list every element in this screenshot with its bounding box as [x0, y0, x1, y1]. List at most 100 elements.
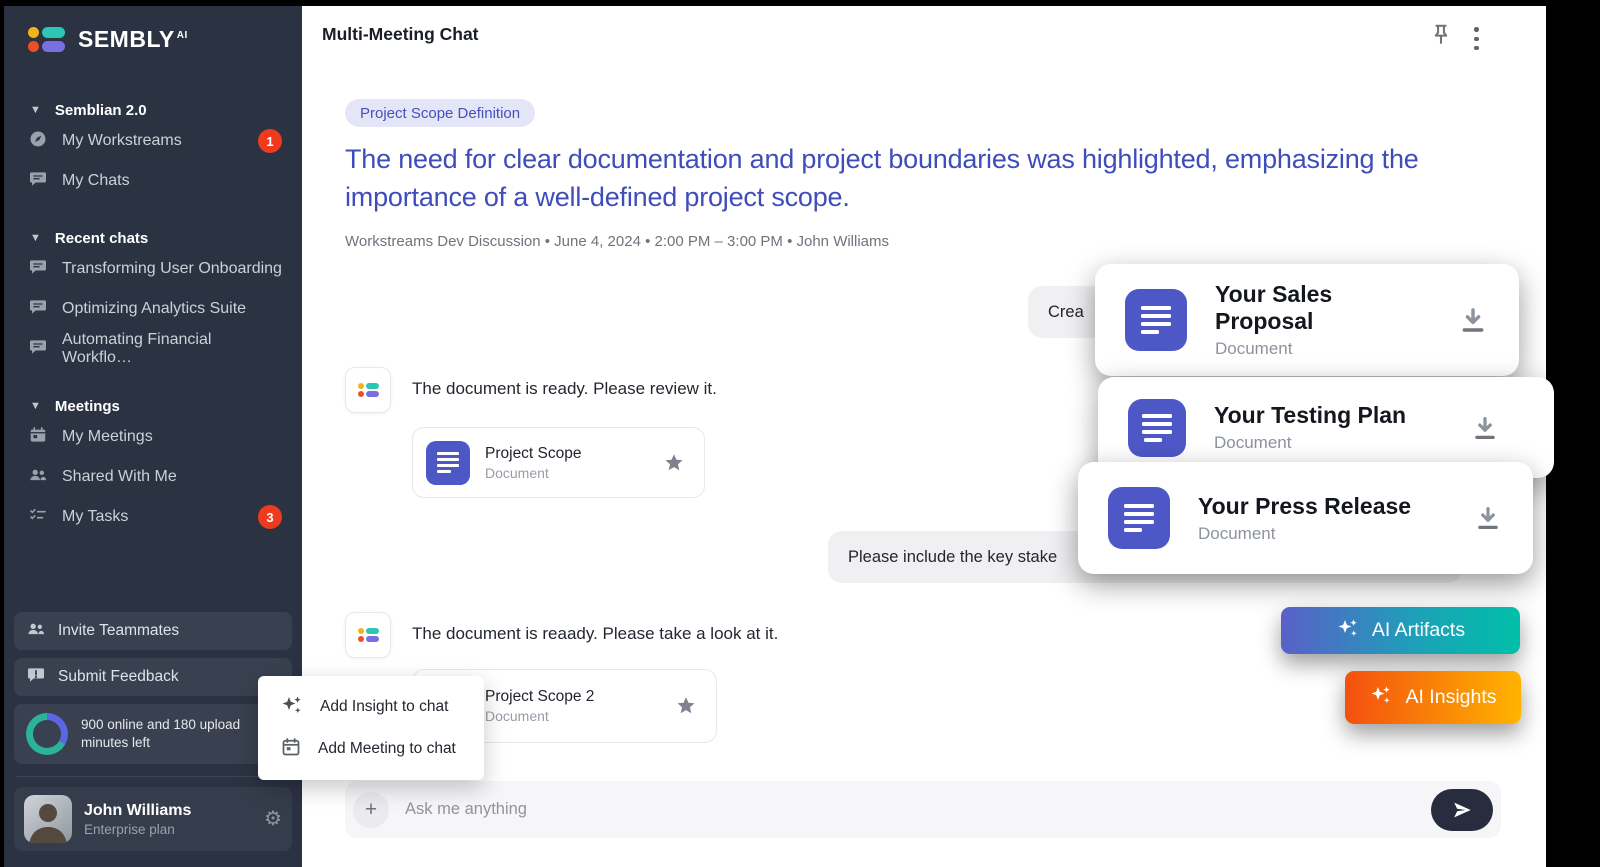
sidebar-item-label: Transforming User Onboarding: [62, 260, 282, 278]
sidebar-item-label: My Workstreams: [62, 132, 182, 150]
calendar-icon: [28, 425, 48, 450]
chat-input[interactable]: [389, 800, 1431, 819]
sidebar-item-my-tasks[interactable]: My Tasks 3: [4, 497, 302, 537]
bot-avatar: [345, 367, 391, 413]
invite-teammates-label: Invite Teammates: [58, 622, 179, 640]
user-name: John Williams: [84, 802, 191, 820]
artifact-type: Document: [1215, 339, 1429, 359]
sidebar-item-label: Automating Financial Workflo…: [62, 331, 282, 367]
sidebar-item-shared-with-me[interactable]: Shared With Me: [4, 457, 302, 497]
app-name: SEMBLYAI: [78, 26, 188, 53]
screenshot-stage: SEMBLYAI ▼ Semblian 2.0 My Workstreams 1…: [0, 0, 1600, 867]
sidebar-group-meetings[interactable]: ▼ Meetings: [4, 395, 302, 417]
sidebar-group-label: Meetings: [55, 398, 120, 415]
people-icon: [26, 619, 46, 644]
invite-teammates-button[interactable]: Invite Teammates: [14, 612, 292, 650]
chevron-down-icon: ▼: [30, 400, 41, 412]
sembly-logo-icon: [28, 27, 65, 52]
sidebar-item-label: My Meetings: [62, 428, 153, 446]
app-logo[interactable]: SEMBLYAI: [4, 6, 302, 53]
sembly-logo-icon: [358, 628, 379, 642]
gear-icon[interactable]: ⚙: [264, 809, 282, 829]
sparkle-icon: [280, 693, 304, 722]
minutes-left-text: 900 online and 180 upload minutes left: [81, 716, 280, 752]
menu-item-add-insight[interactable]: Add Insight to chat: [258, 686, 484, 728]
ai-insights-label: AI Insights: [1405, 686, 1496, 709]
menu-item-label: Add Insight to chat: [320, 698, 448, 716]
download-icon[interactable]: [1457, 304, 1489, 336]
chat-icon: [28, 297, 48, 322]
document-card-project-scope[interactable]: Project Scope Document: [412, 427, 705, 498]
user-profile-card[interactable]: John Williams Enterprise plan ⚙: [14, 787, 292, 851]
calendar-icon: [280, 736, 302, 763]
star-icon[interactable]: [674, 694, 698, 718]
tasks-badge: 3: [258, 505, 282, 529]
sparkle-icon: [1336, 616, 1360, 646]
download-icon[interactable]: [1473, 503, 1503, 533]
artifact-title: Your Press Release: [1198, 493, 1411, 520]
sparkle-icon: [1369, 683, 1393, 713]
kebab-menu-icon[interactable]: [1468, 23, 1485, 55]
feedback-icon: [26, 665, 46, 690]
document-type: Document: [485, 465, 582, 481]
bot-avatar: [345, 612, 391, 658]
page-title: Multi-Meeting Chat: [322, 24, 479, 45]
workstreams-badge: 1: [258, 129, 282, 153]
avatar: [24, 795, 72, 843]
star-icon[interactable]: [662, 451, 686, 475]
summary-heading: The need for clear documentation and pro…: [345, 140, 1465, 216]
submit-feedback-label: Submit Feedback: [58, 668, 179, 686]
chat-icon: [28, 257, 48, 282]
sidebar-group-semblian[interactable]: ▼ Semblian 2.0: [4, 99, 302, 121]
sidebar-divider: [16, 776, 290, 777]
minutes-left-card: 900 online and 180 upload minutes left: [14, 704, 292, 764]
sidebar-item-my-meetings[interactable]: My Meetings: [4, 417, 302, 457]
submit-feedback-button[interactable]: Submit Feedback: [14, 658, 292, 696]
sidebar-item-label: My Chats: [62, 172, 130, 190]
sidebar-item-recent-chat-1[interactable]: Transforming User Onboarding: [4, 249, 302, 289]
menu-item-add-meeting[interactable]: Add Meeting to chat: [258, 728, 484, 770]
people-icon: [28, 465, 48, 490]
composer-bar: +: [345, 781, 1501, 838]
meeting-meta: Workstreams Dev Discussion • June 4, 202…: [345, 233, 889, 250]
download-icon[interactable]: [1470, 413, 1500, 443]
context-menu: Add Insight to chat Add Meeting to chat: [258, 676, 484, 780]
pin-icon[interactable]: [1428, 22, 1454, 53]
ai-artifacts-button[interactable]: AI Artifacts: [1281, 607, 1520, 654]
sidebar-group-label: Recent chats: [55, 230, 148, 247]
plus-icon[interactable]: +: [353, 792, 389, 828]
chat-icon: [28, 169, 48, 194]
ai-insights-button[interactable]: AI Insights: [1345, 671, 1521, 724]
document-title: Project Scope 2: [485, 688, 594, 706]
artifact-card-press-release[interactable]: Your Press Release Document: [1078, 462, 1533, 574]
chevron-down-icon: ▼: [30, 104, 41, 116]
sidebar-group-recent-chats[interactable]: ▼ Recent chats: [4, 227, 302, 249]
artifact-card-sales-proposal[interactable]: Your Sales Proposal Document: [1095, 264, 1519, 376]
document-icon: [426, 441, 470, 485]
ai-artifacts-label: AI Artifacts: [1372, 619, 1465, 642]
sidebar-item-label: My Tasks: [62, 508, 128, 526]
sidebar-item-label: Shared With Me: [62, 468, 177, 486]
user-plan: Enterprise plan: [84, 822, 191, 837]
menu-item-label: Add Meeting to chat: [318, 740, 456, 758]
document-icon: [1108, 487, 1170, 549]
document-icon: [1125, 289, 1187, 351]
topic-tag: Project Scope Definition: [345, 99, 535, 127]
sidebar-group-label: Semblian 2.0: [55, 102, 147, 119]
artifact-title: Your Testing Plan: [1214, 402, 1406, 429]
send-button[interactable]: [1431, 789, 1493, 831]
sidebar-item-my-chats[interactable]: My Chats: [4, 161, 302, 201]
artifact-type: Document: [1198, 524, 1411, 544]
sidebar-item-label: Optimizing Analytics Suite: [62, 300, 246, 318]
sidebar-item-my-workstreams[interactable]: My Workstreams 1: [4, 121, 302, 161]
compass-icon: [28, 129, 48, 154]
sidebar-item-recent-chat-2[interactable]: Optimizing Analytics Suite: [4, 289, 302, 329]
bot-message: The document is reaady. Please take a lo…: [412, 624, 778, 644]
document-title: Project Scope: [485, 445, 582, 463]
sidebar-item-recent-chat-3[interactable]: Automating Financial Workflo…: [4, 329, 302, 369]
tasks-icon: [28, 505, 48, 530]
artifact-title: Your Sales Proposal: [1215, 281, 1429, 335]
chevron-down-icon: ▼: [30, 232, 41, 244]
document-icon: [1128, 399, 1186, 457]
sembly-logo-icon: [358, 383, 379, 397]
